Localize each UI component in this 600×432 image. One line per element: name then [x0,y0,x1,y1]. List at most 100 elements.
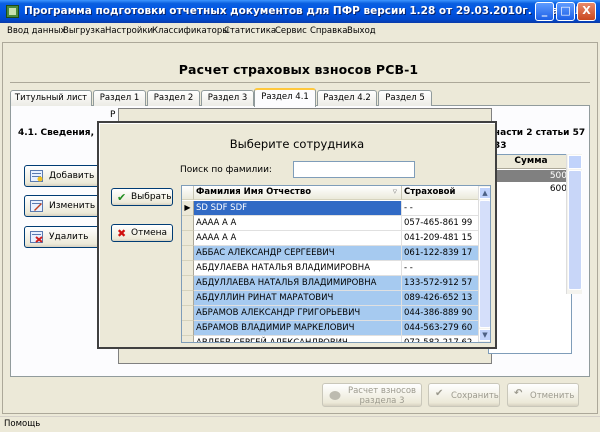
window-title: Программа подготовки отчетных документов… [24,5,596,17]
employee-name-cell[interactable]: АБДУЛЛИН РИНАТ МАРАТОВИЧ [194,291,402,306]
check-icon: ✔ [435,388,444,399]
scroll-up-arrow[interactable] [568,155,582,169]
menu-exit[interactable]: Выход [347,26,376,36]
amount-row[interactable]: 500 [489,170,573,182]
search-input[interactable] [293,161,415,178]
dialog-title: Выберите сотрудника [229,137,365,151]
title-bar: Программа подготовки отчетных документов… [0,0,600,23]
add-icon [30,170,43,182]
menu-bar: Ввод данных Выгрузка Настройки Классифик… [0,23,600,41]
calculator-icon [329,391,341,400]
insurance-number-cell[interactable]: 089-426-652 13 [402,291,480,306]
scroll-thumb[interactable] [479,200,490,328]
calc-button-label-1: Расчет взносов [347,386,417,396]
amount-column-header: Сумма [489,155,573,169]
grid-scrollbar[interactable]: ▲ ▼ [478,186,490,342]
row-indicator[interactable] [182,261,194,276]
page-title: Расчет страховых взносов РСВ-1 [178,62,419,77]
menu-help[interactable]: Справка [310,26,347,36]
tab-title-page[interactable]: Титульный лист [10,90,92,106]
divider [10,82,590,83]
insurance-number-cell[interactable]: 044-386-889 90 [402,306,480,321]
menu-statistics[interactable]: Статистика [224,26,276,36]
row-indicator[interactable]: ▶ [182,201,194,216]
insurance-number-cell[interactable]: 041-209-481 15 [402,231,480,246]
employee-name-cell[interactable]: АБДУЛЛАЕВА НАТАЛЬЯ ВЛАДИМИРОВНА [194,276,402,291]
grid-corner [182,186,194,200]
app-icon [6,5,19,18]
employee-name-cell[interactable]: SD SDF SDF [194,201,402,216]
search-label: Поиск по фамилии: [180,165,272,175]
row-indicator[interactable] [182,321,194,336]
amount-table: Сумма 500 600 [488,154,573,354]
subwindow-title-peek: Р [110,110,116,120]
maximize-button[interactable]: □ [556,2,575,21]
status-bar: Помощь [0,416,600,432]
edit-button-label: Изменить [49,201,96,211]
insurance-number-cell[interactable]: - - [402,201,480,216]
row-indicator[interactable] [182,231,194,246]
menu-settings[interactable]: Настройки [105,26,153,36]
column-header-fio[interactable]: Фамилия Имя Отчество ▿ [194,186,402,200]
scroll-up-arrow[interactable]: ▲ [479,187,490,199]
tab-section-5[interactable]: Раздел 5 [378,90,432,106]
delete-button-label: Удалить [49,232,89,242]
filter-icon[interactable]: ▿ [393,186,397,199]
employee-name-cell[interactable]: АБРАМОВ ВЛАДИМИР МАРКЕЛОВИЧ [194,321,402,336]
cancel-button[interactable]: ↶ Отменить [507,383,579,407]
tab-section-2[interactable]: Раздел 2 [147,90,200,106]
menu-classifiers[interactable]: Классификаторы [152,26,229,36]
amount-table-scrollbar[interactable] [566,154,582,294]
row-indicator[interactable] [182,276,194,291]
tab-section-1[interactable]: Раздел 1 [93,90,146,106]
row-indicator[interactable] [182,291,194,306]
column-header-fio-label: Фамилия Имя Отчество [196,187,312,197]
insurance-number-cell[interactable]: 057-465-861 99 [402,216,480,231]
select-button-label: Выбрать [131,192,172,202]
employee-name-cell[interactable]: АБРАМОВ АЛЕКСАНДР ГРИГОРЬЕВИЧ [194,306,402,321]
scroll-down-arrow[interactable]: ▼ [479,329,490,341]
employee-grid: Фамилия Имя Отчество ▿ Страховой ▶ SD SDF… [181,185,491,343]
employee-name-cell[interactable]: АВДЕЕВ СЕРГЕЙ АЛЕКСАНДРОВИЧ [194,336,402,342]
status-text: Помощь [4,419,41,429]
employee-name-cell[interactable]: АААА А А [194,231,402,246]
save-button[interactable]: ✔ Сохранить [428,383,500,407]
row-indicator[interactable] [182,306,194,321]
dialog-cancel-button[interactable]: ✖ Отмена [111,224,173,242]
employee-name-cell[interactable]: АААА А А [194,216,402,231]
amount-row[interactable]: 600 [489,183,573,195]
menu-input-data[interactable]: Ввод данных [7,26,66,36]
delete-button[interactable]: Удалить [24,226,100,248]
employee-name-cell[interactable]: АББАС АЛЕКСАНДР СЕРГЕЕВИЧ [194,246,402,261]
add-button[interactable]: Добавить [24,165,100,187]
edit-button[interactable]: Изменить [24,195,100,217]
section-heading: 4.1. Сведения, н [18,128,104,138]
insurance-number-cell[interactable]: 072-582-217 62 [402,336,480,342]
close-button[interactable]: X [577,2,596,21]
tab-section-3[interactable]: Раздел 3 [201,90,254,106]
row-indicator[interactable] [182,336,194,342]
menu-service[interactable]: Сервис [275,26,307,36]
cancel-button-label: Отменить [530,391,575,401]
insurance-number-cell[interactable]: 133-572-912 57 [402,276,480,291]
insurance-number-cell[interactable]: - - [402,261,480,276]
add-button-label: Добавить [49,171,95,181]
column-header-insurance[interactable]: Страховой [402,186,480,200]
employee-name-cell[interactable]: АБДУЛАЕВА НАТАЛЬЯ ВЛАДИМИРОВНА [194,261,402,276]
scroll-thumb[interactable] [568,170,582,290]
minimize-button[interactable]: _ [535,2,554,21]
insurance-number-cell[interactable]: 061-122-839 17 [402,246,480,261]
dialog-cancel-button-label: Отмена [131,228,168,238]
check-icon: ✔ [117,191,127,204]
insurance-number-cell[interactable]: 044-563-279 60 [402,321,480,336]
calc-button-label-2: раздела 3 [359,396,405,406]
row-indicator[interactable] [182,246,194,261]
tab-section-4-1[interactable]: Раздел 4.1 [254,88,316,107]
delete-icon [30,231,43,243]
select-button[interactable]: ✔ Выбрать [111,188,173,206]
row-indicator[interactable] [182,216,194,231]
tab-section-4-2[interactable]: Раздел 4.2 [317,90,377,106]
section-heading-tail: части 2 статьи 57 [494,128,586,138]
calc-section3-button[interactable]: Расчет взносов раздела 3 [322,383,422,407]
menu-export[interactable]: Выгрузка [63,26,105,36]
